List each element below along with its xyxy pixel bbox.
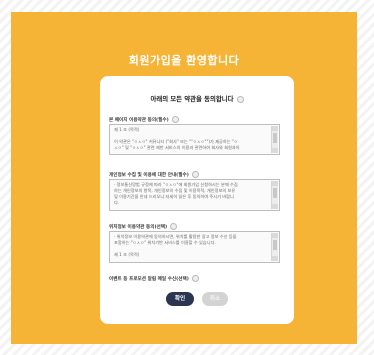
confirm-button[interactable]: 확인 bbox=[166, 292, 194, 306]
page-title: 회원가입을 환영합니다 bbox=[128, 54, 240, 67]
agree-all-checkbox[interactable] bbox=[236, 95, 244, 103]
privacy-textbox[interactable]: · 정보통신망법 규정에 따라 "ㅇㅅㅇ"에 회원가입 신청하시는 분께 수집 … bbox=[109, 179, 280, 211]
privacy-checkbox[interactable] bbox=[191, 171, 199, 178]
privacy-line: 다. bbox=[114, 200, 120, 205]
marketing-row: 이벤트 등 프로모션 알림 메일 수신(선택) bbox=[109, 275, 199, 282]
location-label: 위치정보 이용약관 동의(선택) bbox=[109, 225, 168, 230]
terms-card: 아래의 모든 약관을 동의합니다 본 페이지 이용약관 동의(필수) 제 1 조… bbox=[100, 76, 294, 324]
location-title: 위치정보 이용약관 동의(선택) bbox=[109, 223, 178, 230]
terms-scrollbar[interactable] bbox=[271, 126, 278, 153]
location-line: 제 1 조 (목적) bbox=[114, 252, 140, 257]
terms-of-use-checkbox[interactable] bbox=[171, 116, 179, 123]
agree-all-label: 아래의 모든 약관을 동의합니다 bbox=[150, 95, 234, 103]
privacy-scrollbar[interactable] bbox=[271, 181, 278, 209]
cancel-button[interactable]: 취소 bbox=[202, 292, 228, 306]
privacy-label: 개인정보 수집 및 이용에 대한 안내(필수) bbox=[109, 173, 189, 178]
terms-of-use-textbox[interactable]: 제 1 조 (목적) 이 약관은 "ㅇㅅㅇ" 커뮤니티 ("회사" 또는 ""ㅇ… bbox=[109, 124, 280, 155]
location-scrollbar[interactable] bbox=[271, 233, 278, 261]
terms-of-use-title: 본 페이지 이용약관 동의(필수) bbox=[109, 116, 179, 123]
terms-line: ㅅㅇ" 및 "ㅇㅅㅇ" 관련 제반 서비스의 이용과 관련하여 회사와 회원과의 bbox=[114, 145, 240, 150]
agree-all-row: 아래의 모든 약관을 동의합니다 bbox=[109, 94, 285, 103]
privacy-title: 개인정보 수집 및 이용에 대한 안내(필수) bbox=[109, 171, 199, 178]
location-checkbox[interactable] bbox=[170, 223, 178, 230]
location-textbox[interactable]: · 위치정보 이용약관에 동의하시면, 위치를 활용한 광고 정보 수신 등을 … bbox=[109, 231, 280, 263]
marketing-checkbox[interactable] bbox=[191, 275, 199, 282]
terms-of-use-label: 본 페이지 이용약관 동의(필수) bbox=[109, 118, 169, 123]
marketing-label: 이벤트 등 프로모션 알림 메일 수신(선택) bbox=[109, 277, 189, 282]
